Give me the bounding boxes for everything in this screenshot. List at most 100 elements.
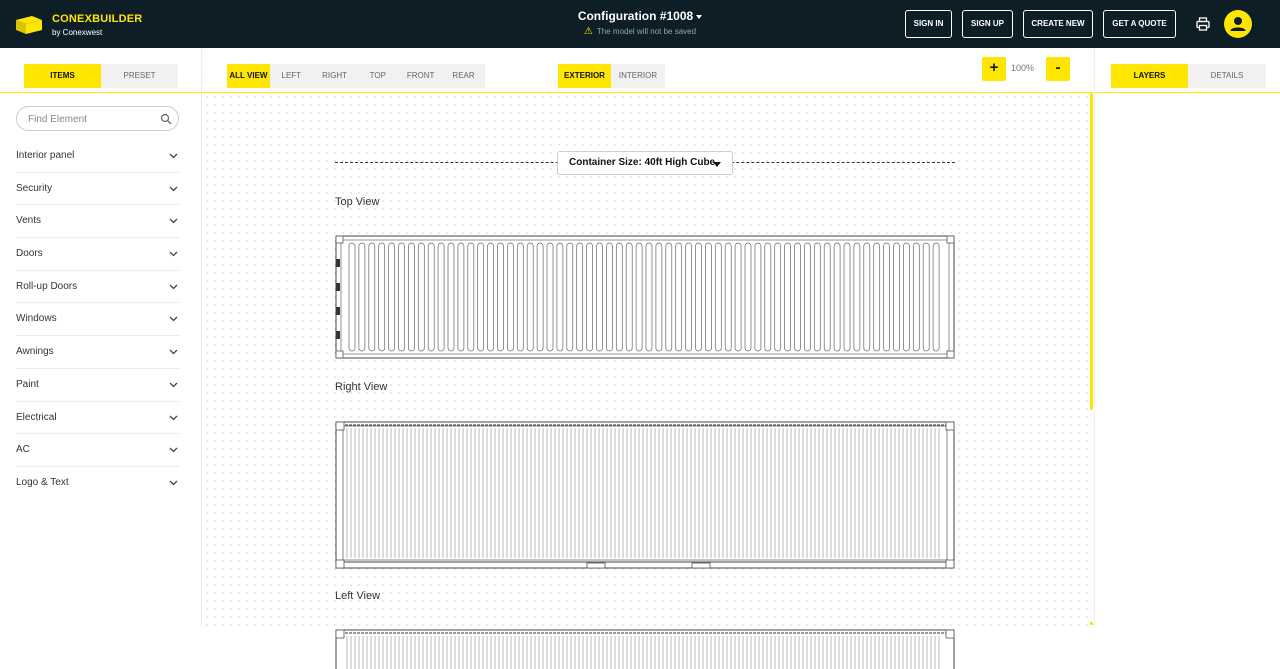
tab-preset[interactable]: PRESET [101, 64, 178, 88]
corner-casting [335, 629, 345, 639]
category-label: Roll-up Doors [16, 280, 78, 292]
sign-in-button[interactable]: SIGN IN [905, 10, 952, 38]
category-label: AC [16, 444, 30, 456]
search-placeholder: Find Element [28, 114, 87, 125]
user-icon [1230, 17, 1246, 31]
category-electrical[interactable]: Electrical [16, 402, 180, 435]
category-interior-panel[interactable]: Interior panel [16, 140, 180, 173]
right-view-drawing[interactable] [335, 421, 957, 571]
forklift-pocket [586, 562, 606, 569]
zoom-in-button[interactable]: + [982, 57, 1006, 81]
corner-casting [335, 350, 344, 359]
printer-icon[interactable] [1196, 17, 1210, 31]
brand-subtitle: by Conexwest [52, 28, 103, 37]
main-workspace: ALL VIEW LEFT RIGHT TOP FRONT REAR EXTER… [203, 48, 1093, 669]
corner-casting [946, 235, 955, 244]
tab-right[interactable]: RIGHT [313, 64, 357, 88]
chevron-down-icon [169, 447, 178, 453]
category-label: Logo & Text [16, 476, 69, 488]
top-view-label: Top View [335, 196, 380, 208]
category-label: Paint [16, 378, 39, 390]
caret-down-icon [696, 14, 703, 19]
configuration-title-text: Configuration #1008 [577, 9, 694, 23]
corner-casting [335, 235, 344, 244]
category-roll-up-doors[interactable]: Roll-up Doors [16, 271, 180, 304]
chevron-down-icon [169, 284, 178, 290]
category-logo-text[interactable]: Logo & Text [16, 467, 180, 500]
find-element-search[interactable]: Find Element [16, 106, 179, 131]
tab-top[interactable]: TOP [356, 64, 399, 88]
top-header: CONEXBUILDER by Conexwest Configuration … [0, 0, 1280, 48]
configuration-menu[interactable]: Configuration #1008 ⚠ The model will not … [540, 9, 740, 37]
sign-up-button[interactable]: SIGN UP [962, 10, 1013, 38]
chevron-down-icon [169, 349, 178, 355]
top-view-drawing[interactable] [335, 235, 957, 361]
drawing-canvas[interactable]: Container Size: 40ft High Cube Top View … [203, 92, 1093, 669]
tab-items[interactable]: ITEMS [24, 64, 101, 88]
door-hinge [336, 331, 340, 339]
category-label: Security [16, 182, 53, 194]
brand-title: CONEXBUILDER [52, 13, 143, 25]
category-vents[interactable]: Vents [16, 205, 180, 239]
configuration-title[interactable]: Configuration #1008 [540, 9, 740, 23]
category-windows[interactable]: Windows [16, 303, 180, 337]
tab-front[interactable]: FRONT [399, 64, 442, 88]
user-avatar[interactable] [1224, 10, 1252, 38]
view-tabs: ALL VIEW LEFT RIGHT TOP FRONT REAR [227, 64, 485, 88]
category-label: Awnings [16, 346, 54, 358]
door-hinge [336, 307, 340, 315]
create-new-button[interactable]: CREATE NEW [1023, 10, 1093, 38]
tab-interior[interactable]: INTERIOR [611, 64, 665, 88]
category-paint[interactable]: Paint [16, 369, 180, 402]
tab-all-view[interactable]: ALL VIEW [227, 64, 270, 88]
caret-down-icon [713, 162, 721, 167]
scrollbar-end-marker [1090, 622, 1093, 625]
category-security[interactable]: Security [16, 173, 180, 206]
container-size-dropdown[interactable]: Container Size: 40ft High Cube [557, 151, 733, 175]
category-label: Electrical [16, 411, 57, 423]
vertical-scrollbar[interactable] [1090, 93, 1093, 410]
container-logo-icon [16, 16, 42, 34]
zoom-level: 100% [1011, 63, 1035, 73]
door-hinge [336, 259, 340, 267]
tab-details[interactable]: DETAILS [1188, 64, 1266, 88]
container-outline [335, 421, 955, 569]
right-view-label: Right View [335, 381, 388, 393]
category-ac[interactable]: AC [16, 434, 180, 467]
category-label: Vents [16, 215, 42, 227]
exterior-interior-tabs: EXTERIOR INTERIOR [558, 64, 665, 88]
corner-casting [335, 421, 345, 431]
door-hinge [336, 283, 340, 291]
chevron-down-icon [169, 382, 178, 388]
tab-exterior[interactable]: EXTERIOR [558, 64, 611, 88]
tab-left[interactable]: LEFT [270, 64, 313, 88]
category-doors[interactable]: Doors [16, 238, 180, 271]
save-warning: ⚠ The model will not be saved [540, 26, 740, 37]
right-panel: LAYERS DETAILS [1094, 48, 1280, 627]
right-panel-tabs: LAYERS DETAILS [1111, 64, 1266, 88]
chevron-down-icon [169, 251, 178, 257]
left-view-drawing[interactable] [335, 629, 957, 669]
chevron-down-icon [169, 153, 178, 159]
category-label: Interior panel [16, 150, 75, 161]
chevron-down-icon [169, 316, 178, 322]
container-outline [335, 235, 955, 359]
corner-casting [335, 559, 345, 569]
search-icon[interactable] [160, 113, 172, 125]
category-awnings[interactable]: Awnings [16, 336, 180, 369]
right-panel-divider [1095, 92, 1280, 93]
chevron-down-icon [169, 415, 178, 420]
zoom-out-button[interactable]: - [1046, 57, 1070, 81]
left-view-label: Left View [335, 590, 381, 602]
corner-casting [945, 629, 955, 639]
container-size-value: Container Size: 40ft High Cube [569, 157, 716, 168]
tab-layers[interactable]: LAYERS [1111, 64, 1188, 88]
get-quote-button[interactable]: GET A QUOTE [1103, 10, 1176, 38]
forklift-pocket [691, 562, 711, 569]
corner-casting [946, 350, 955, 359]
tab-rear[interactable]: REAR [442, 64, 485, 88]
category-label: Windows [16, 313, 57, 325]
corner-casting [945, 421, 955, 431]
save-warning-text: The model will not be saved [596, 27, 697, 36]
chevron-down-icon [169, 218, 178, 224]
